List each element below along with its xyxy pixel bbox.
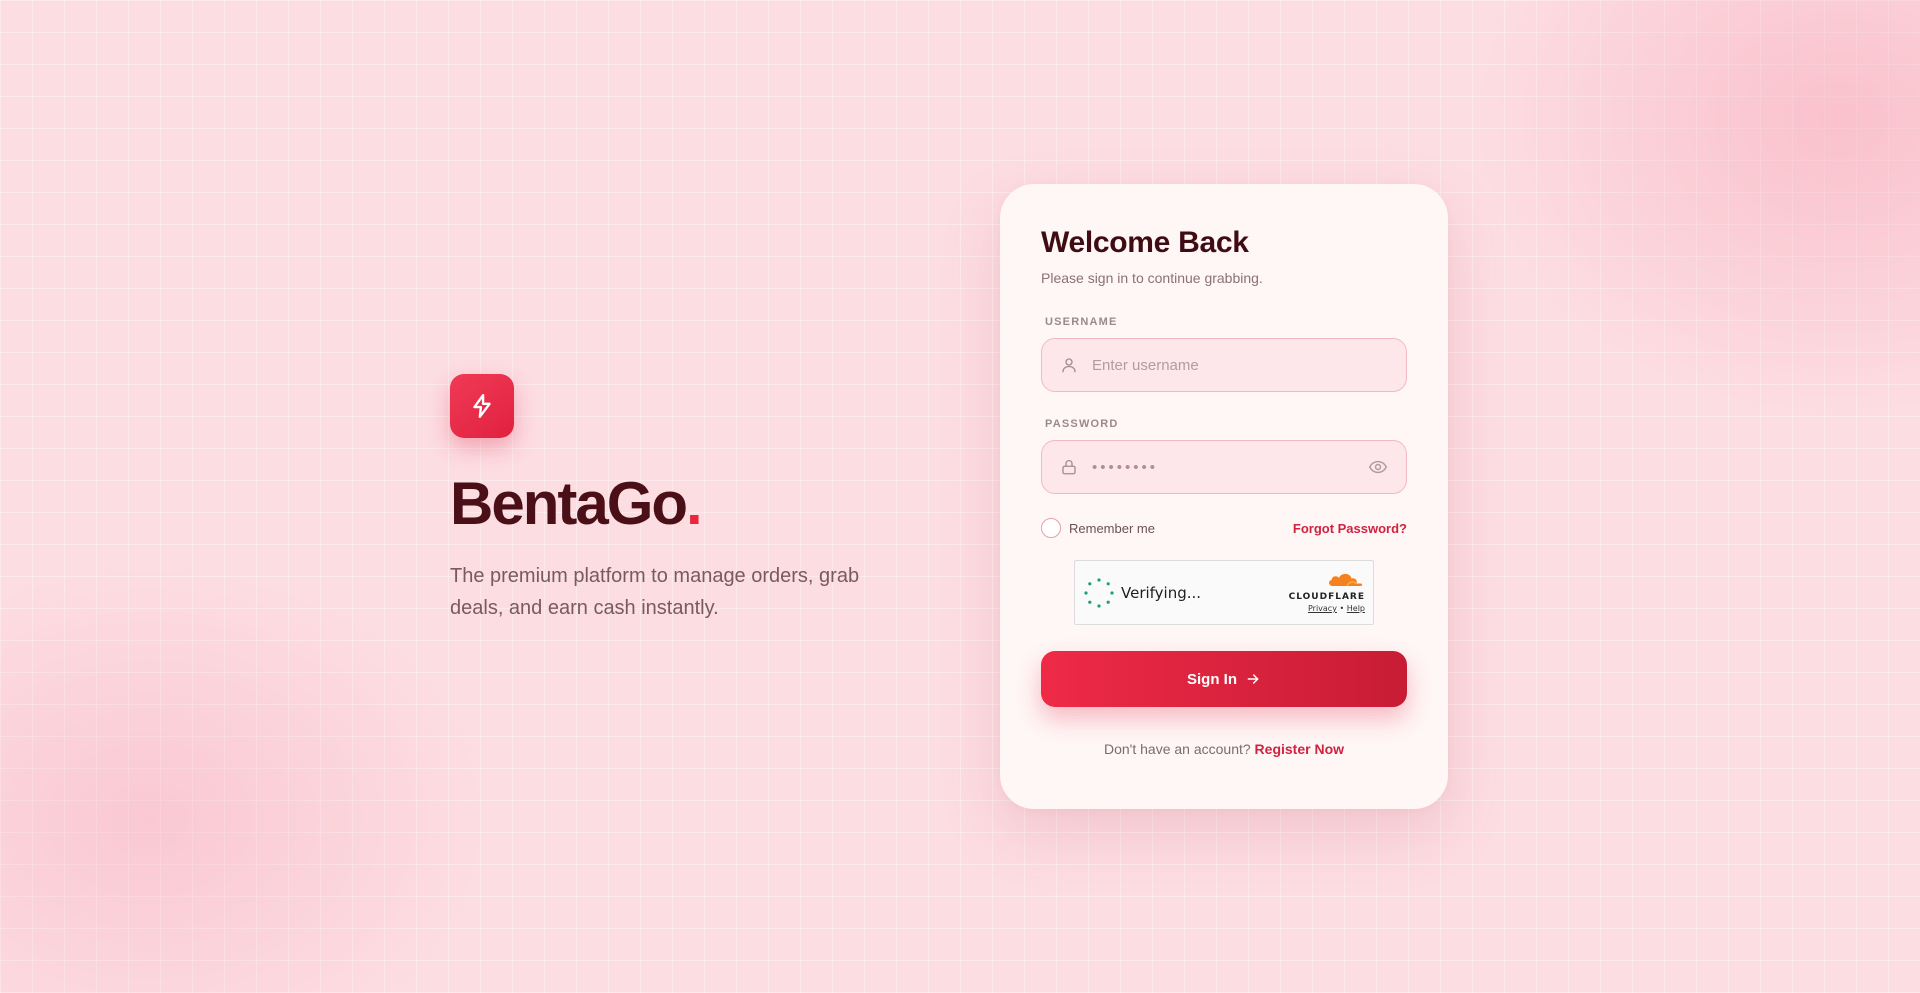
captcha-widget[interactable]: Verifying... CLOUDFLARE Privacy • Help — [1074, 560, 1374, 625]
remember-checkbox[interactable] — [1041, 518, 1061, 538]
password-field[interactable] — [1041, 440, 1407, 494]
password-input[interactable] — [1092, 458, 1360, 476]
brand-dot: . — [686, 470, 703, 537]
user-icon — [1060, 356, 1078, 374]
brand-name-text: BentaGo — [450, 470, 688, 537]
captcha-status: Verifying... — [1121, 583, 1202, 602]
remember-forgot-row: Remember me Forgot Password? — [1041, 518, 1407, 538]
login-title: Welcome Back — [1041, 226, 1249, 259]
username-field[interactable] — [1041, 338, 1407, 392]
captcha-link-separator: • — [1339, 604, 1345, 613]
cloudflare-cloud-icon — [1289, 571, 1365, 592]
captcha-privacy-link[interactable]: Privacy — [1308, 604, 1337, 613]
cloudflare-wordmark: CLOUDFLARE — [1288, 592, 1365, 602]
login-card: Welcome Back Please sign in to continue … — [1000, 184, 1448, 809]
register-prompt: Don't have an account? — [1103, 741, 1251, 757]
lightning-bolt-icon — [469, 393, 495, 419]
hero-section: BentaGo. The premium platform to manage … — [450, 374, 910, 624]
brand-logo — [450, 374, 514, 438]
brand-name: BentaGo. — [450, 474, 910, 534]
cloudflare-branding: CLOUDFLARE Privacy • Help — [1289, 571, 1365, 613]
remember-me[interactable]: Remember me — [1041, 518, 1155, 538]
sign-in-label: Sign In — [1187, 670, 1237, 688]
register-row: Don't have an account? Register Now — [1041, 741, 1407, 757]
spinner-icon — [1083, 577, 1115, 609]
arrow-right-icon — [1245, 671, 1261, 687]
sign-in-button[interactable]: Sign In — [1041, 651, 1407, 707]
forgot-password-link[interactable]: Forgot Password? — [1293, 521, 1407, 536]
eye-icon[interactable] — [1368, 457, 1388, 477]
tagline: The premium platform to manage orders, g… — [450, 565, 860, 619]
username-input[interactable] — [1092, 356, 1388, 374]
login-subtitle: Please sign in to continue grabbing. — [1041, 270, 1263, 286]
captcha-help-link[interactable]: Help — [1347, 604, 1365, 613]
lock-icon — [1060, 458, 1078, 476]
remember-label: Remember me — [1069, 520, 1155, 536]
password-label: PASSWORD — [1045, 418, 1119, 430]
cloudflare-links: Privacy • Help — [1289, 604, 1365, 613]
username-label: USERNAME — [1045, 316, 1118, 328]
register-link[interactable]: Register Now — [1255, 741, 1344, 757]
